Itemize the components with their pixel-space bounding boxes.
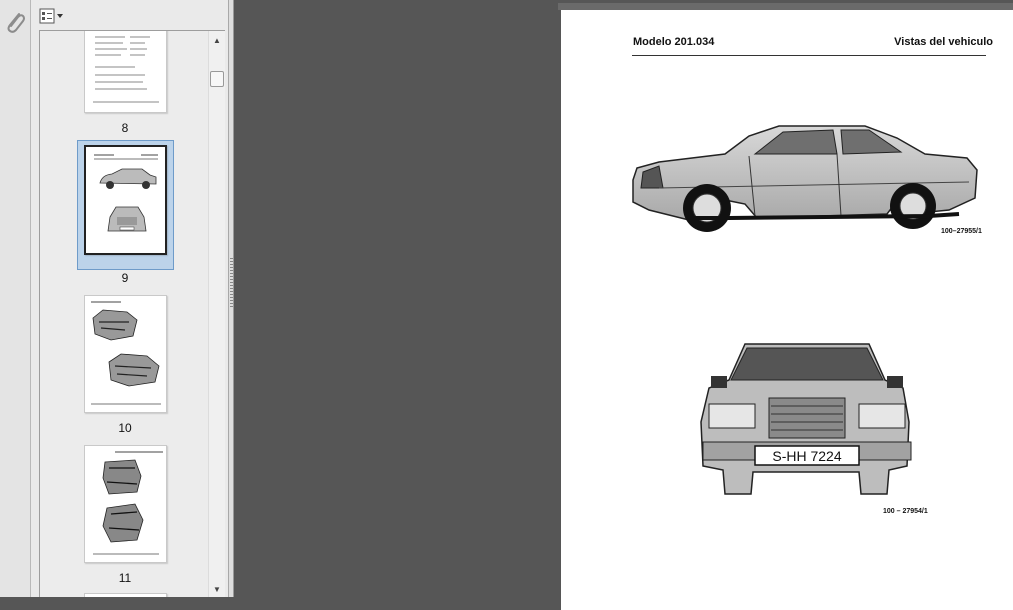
splitter-grip-icon[interactable] xyxy=(230,258,233,308)
thumbnail-options-button[interactable] xyxy=(39,7,67,25)
paperclip-icon[interactable] xyxy=(4,10,26,36)
side-view-caption: 100–27955/1 xyxy=(941,228,982,235)
thumbnail-label-11: 11 xyxy=(118,571,132,585)
thumbnail-label-9: 9 xyxy=(121,271,129,285)
thumbnail-page-9[interactable] xyxy=(84,145,167,255)
thumbnail-page-8[interactable] xyxy=(84,31,167,113)
thumbnail-page-10[interactable] xyxy=(84,295,167,413)
page-10-preview xyxy=(91,301,161,405)
header-rule xyxy=(632,55,986,56)
thumbnail-scrollbar[interactable]: ▲ ▼ xyxy=(208,31,225,597)
thumbnail-label-8: 8 xyxy=(121,121,129,135)
license-plate-text: S-HH 7224 xyxy=(772,448,841,464)
page-8-preview xyxy=(93,36,159,103)
front-view-caption: 100 – 27954/1 xyxy=(883,508,928,515)
document-page: Modelo 201.034 Vistas del vehiculo 100–2… xyxy=(561,10,1013,610)
page-header-model: Modelo 201.034 xyxy=(633,36,715,48)
scrollbar-thumb[interactable] xyxy=(210,71,224,87)
scroll-down-arrow-icon[interactable]: ▼ xyxy=(209,582,225,597)
document-view[interactable]: Modelo 201.034 Vistas del vehiculo 100–2… xyxy=(235,0,1013,610)
page-thumbnails-panel: 8 9 10 11 ▲ ▼ xyxy=(31,0,229,597)
thumbnails-toolbar xyxy=(37,5,227,27)
page-header-title: Vistas del vehiculo xyxy=(894,36,993,48)
thumbnail-list[interactable]: 8 9 10 11 ▲ ▼ xyxy=(39,30,225,597)
car-side-view-image xyxy=(632,125,978,232)
thumbnail-page-12[interactable] xyxy=(84,593,167,597)
thumbnail-page-11[interactable] xyxy=(84,445,167,563)
page-9-preview xyxy=(94,154,158,232)
thumbnail-label-10: 10 xyxy=(118,421,132,435)
options-menu-icon xyxy=(39,8,63,24)
tool-strip xyxy=(0,0,31,597)
scroll-up-arrow-icon[interactable]: ▲ xyxy=(209,33,225,49)
page-11-preview xyxy=(93,451,163,555)
page-top-edge xyxy=(558,3,1013,10)
panel-splitter[interactable] xyxy=(229,0,234,597)
car-front-view-image: S-HH 7224 xyxy=(700,343,912,495)
